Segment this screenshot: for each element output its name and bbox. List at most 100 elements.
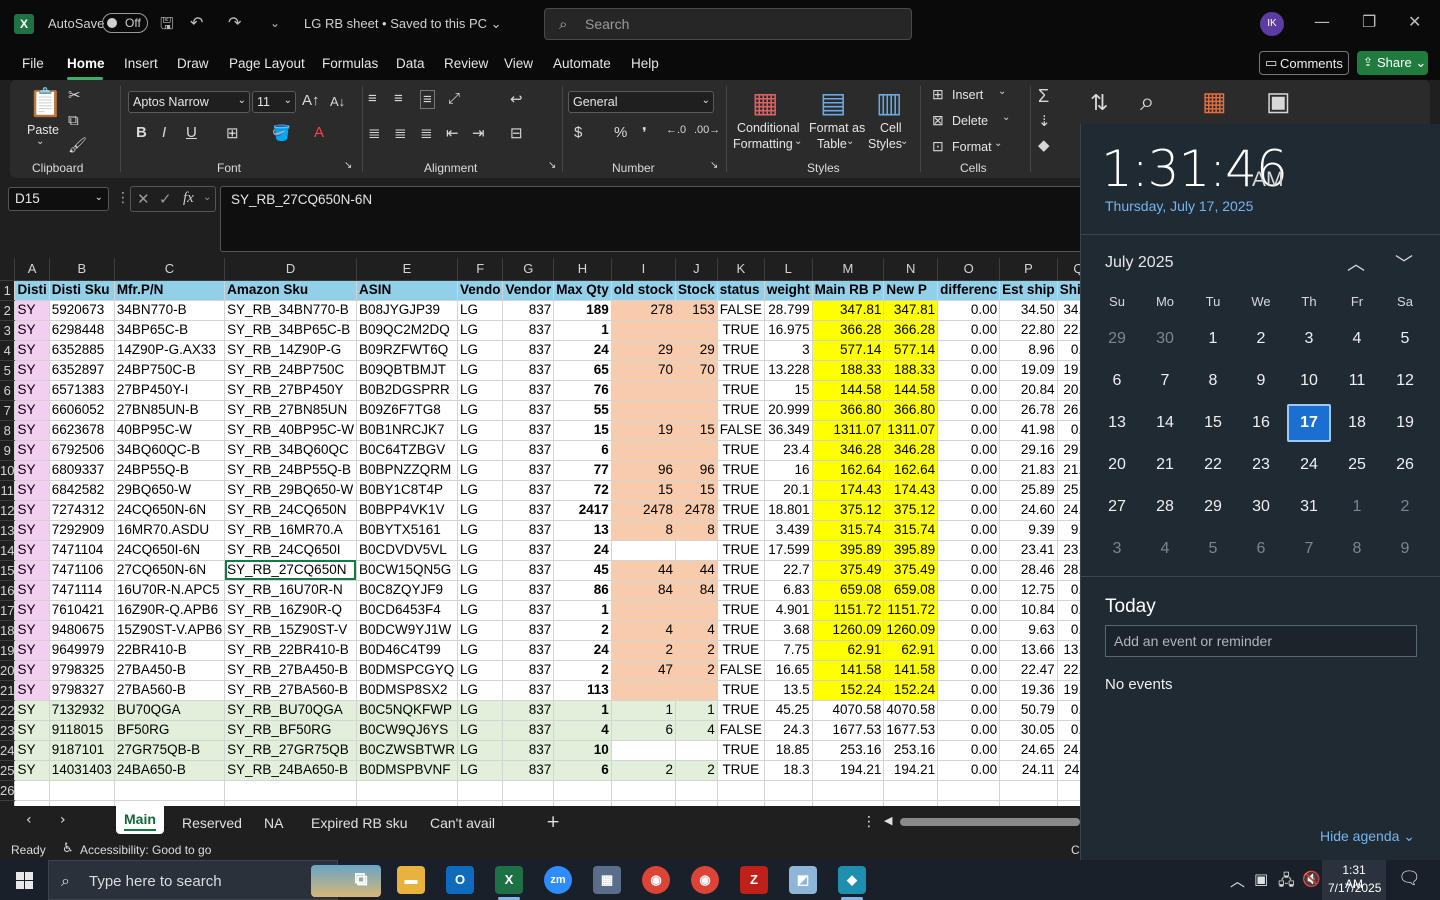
cell[interactable]: 0.00	[937, 579, 1001, 601]
enter-icon[interactable]: ✓	[159, 190, 172, 208]
fill-color-icon[interactable]: 🪣	[272, 124, 291, 142]
cell[interactable]: B0D46C4T99	[355, 639, 458, 661]
next-month-icon[interactable]: ﹀	[1395, 250, 1413, 276]
cell[interactable]: 47	[610, 659, 677, 681]
accessibility-status[interactable]: Accessibility: Good to go	[80, 843, 211, 857]
cell[interactable]: 9649979	[48, 639, 115, 661]
cell[interactable]	[456, 779, 504, 801]
cell[interactable]: 837	[502, 459, 555, 481]
cell[interactable]: 6792506	[48, 439, 115, 461]
cell[interactable]	[675, 779, 718, 801]
menu-help[interactable]: Help	[631, 56, 659, 71]
dialog-launcher-icon[interactable]: ↘	[344, 160, 352, 171]
customize-toolbar-icon[interactable]: ⌄	[270, 16, 280, 30]
cell[interactable]	[675, 539, 718, 561]
menu-home[interactable]: Home	[67, 56, 105, 71]
cell[interactable]: LG	[456, 759, 504, 781]
cell[interactable]: 4	[675, 719, 718, 741]
cell[interactable]: 837	[502, 379, 555, 401]
cell[interactable]: SY_RB_BU70QGA	[224, 699, 357, 721]
add-sheet-icon[interactable]: +	[546, 812, 560, 832]
cell[interactable]: 26.78	[1056, 399, 1080, 421]
find-select-icon[interactable]: ⌕	[1140, 86, 1155, 118]
cell[interactable]: 15Z90ST-V.APB6	[113, 619, 226, 641]
cell[interactable]: 837	[502, 399, 555, 421]
cell[interactable]: 144.58	[811, 379, 885, 401]
cell[interactable]: 27BA450-B	[113, 659, 226, 681]
row-header[interactable]: 6	[0, 380, 15, 401]
zoom-icon[interactable]: zm	[544, 866, 572, 894]
cell[interactable]: 9118015	[48, 719, 115, 741]
cell[interactable]: SY_RB_34BP65C-B	[224, 319, 357, 341]
cell[interactable]: 27CQ650N-6N	[113, 559, 226, 581]
cell[interactable]: 0.00	[1056, 619, 1080, 641]
horizontal-scrollbar[interactable]	[900, 818, 1080, 826]
row-header[interactable]: 16	[0, 580, 15, 601]
cell[interactable]: B0CDVDV5VL	[355, 539, 458, 561]
cell[interactable]: SY_RB_27BP450Y	[224, 379, 357, 401]
cell[interactable]: 6809337	[48, 459, 115, 481]
chevron-down-icon[interactable]: ⌄	[846, 136, 854, 147]
cell[interactable]	[355, 779, 458, 801]
cell[interactable]: B0C64TZBGV	[355, 439, 458, 461]
cell[interactable]: 7.75	[763, 639, 813, 661]
cell[interactable]: 13	[553, 519, 612, 541]
column-header[interactable]: M	[812, 258, 885, 281]
column-header[interactable]: B	[49, 258, 115, 281]
meet-now-icon[interactable]: ▣	[1254, 870, 1268, 888]
cell[interactable]: 24.11	[1056, 759, 1080, 781]
undo-icon[interactable]: ↶	[190, 13, 203, 32]
calendar-day[interactable]: 5	[1381, 320, 1429, 358]
cell[interactable]: weight	[763, 279, 813, 301]
cell[interactable]: LG	[456, 499, 504, 521]
cell[interactable]: 24CQ650N-6N	[113, 499, 226, 521]
cell[interactable]: 6	[553, 439, 612, 461]
cell[interactable]: 7471104	[48, 539, 115, 561]
cell[interactable]: SY_RB_24CQ650N	[224, 499, 357, 521]
cell[interactable]: 8	[610, 519, 677, 541]
cell[interactable]: LG	[456, 539, 504, 561]
menu-review[interactable]: Review	[444, 56, 488, 71]
cell[interactable]: 19.09	[999, 359, 1058, 381]
cell[interactable]: 0.00	[937, 759, 1001, 781]
cell[interactable]: Amazon Sku	[224, 279, 357, 301]
cell[interactable]: B0DMSP8SX2	[355, 679, 458, 701]
chevron-down-icon[interactable]: ⌄	[998, 86, 1006, 97]
merge-center-icon[interactable]: ⊟	[510, 124, 523, 142]
add-ins-icon[interactable]: ▦	[1202, 86, 1227, 117]
volume-muted-icon[interactable]: 🔇	[1302, 870, 1321, 888]
calendar-day[interactable]: 25	[1333, 446, 1381, 484]
calendar-day[interactable]: 3	[1093, 530, 1141, 568]
calendar-day[interactable]: 27	[1093, 488, 1141, 526]
cell[interactable]: 19.36	[1056, 679, 1080, 701]
cell[interactable]: 577.14	[883, 339, 939, 361]
cell[interactable]: 9.39	[1056, 519, 1080, 541]
row-header[interactable]: 9	[0, 440, 15, 461]
cell[interactable]: 15	[553, 419, 612, 441]
row-header[interactable]: 15	[0, 560, 15, 581]
chrome-profile-icon[interactable]: ◉	[691, 866, 719, 894]
cell[interactable]: 837	[502, 359, 555, 381]
cell[interactable]: B0B1NRCJK7	[355, 419, 458, 441]
row-header[interactable]: 3	[0, 320, 15, 341]
cell[interactable]: TRUE	[716, 459, 765, 481]
cell[interactable]	[553, 779, 612, 801]
cell[interactable]: 7292909	[48, 519, 115, 541]
cell[interactable]: 0.00	[937, 419, 1001, 441]
cell[interactable]: 152.24	[811, 679, 885, 701]
cell[interactable]: SY_RB_27CQ650N	[224, 559, 357, 581]
next-sheet-icon[interactable]: ›	[60, 812, 66, 828]
cell[interactable]: 22BR410-B	[113, 639, 226, 661]
cell[interactable]: 141.58	[811, 659, 885, 681]
cell[interactable]: 1	[610, 699, 677, 721]
cell[interactable]: old stock	[610, 279, 677, 301]
comments-button[interactable]: ▭ Comments	[1259, 51, 1349, 75]
cell[interactable]: TRUE	[716, 479, 765, 501]
chevron-down-icon[interactable]: ⌄	[794, 136, 802, 147]
cell[interactable]: 1151.72	[883, 599, 939, 621]
cell[interactable]: 0.00	[1056, 419, 1080, 441]
cell[interactable]	[675, 599, 718, 621]
sheet-tab-expired-rb-sku[interactable]: Expired RB sku	[311, 815, 407, 831]
row-header[interactable]: 2	[0, 300, 15, 321]
delete-cells-label[interactable]: Delete	[952, 113, 988, 129]
